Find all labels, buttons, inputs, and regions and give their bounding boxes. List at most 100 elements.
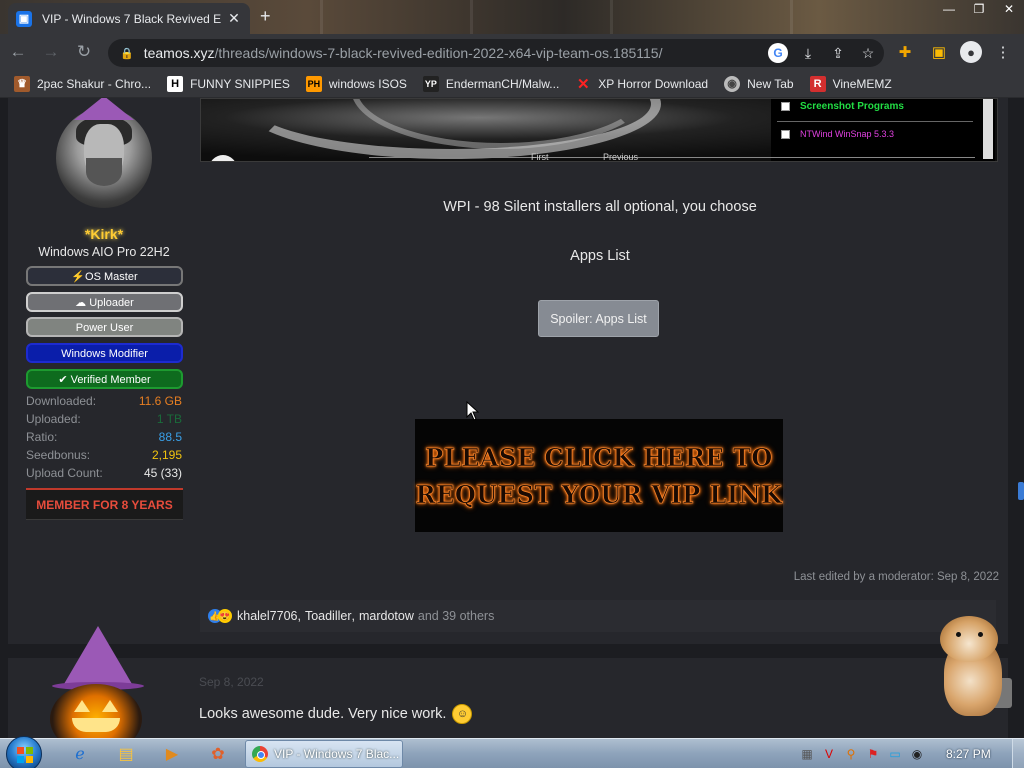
forum-post: *Kirk* Windows AIO Pro 22H2 ⚡OS Master ☁… [8,98,1008,644]
mouse-cursor-icon [466,401,480,421]
menu-kebab-icon[interactable]: ⋮ [990,37,1016,67]
witch-hat-icon [74,98,134,120]
browser-toolbar: ← → ↻ 🔒 teamos.xyz/threads/windows-7-bla… [0,34,1024,70]
edited-note: Last edited by a moderator: Sep 8, 2022 [793,571,999,583]
pumpkin-avatar[interactable] [50,678,142,738]
address-host: teamos.xyz [143,45,215,61]
file-explorer-icon[interactable]: ▤ [106,741,146,767]
spoiler-apps-list-button[interactable]: Spoiler: Apps List [538,300,659,337]
X-icon: ✕ [576,75,590,93]
reaction-user[interactable]: mardotow [359,609,414,623]
tab-title: VIP - Windows 7 Black Revived E [42,11,222,26]
bookmark-star-icon[interactable]: ☆ [858,43,878,63]
badge-uploader: ☁ Uploader [26,292,183,312]
installer-screenshot[interactable]: Screenshot Programs NTWind WinSnap 5.3.3… [200,98,998,162]
post-date[interactable]: Sep 8, 2022 [199,675,264,689]
reactions-bar[interactable]: 👍 😍 khalel7706, Toadiller, mardotow and … [200,600,996,632]
checkbox-icon [781,102,790,111]
new-tab-icon[interactable]: + [260,6,271,27]
avatar[interactable] [56,108,152,208]
checkbox-icon [781,129,790,139]
tab-close-icon[interactable]: ✕ [226,10,242,27]
browser-tab-active[interactable]: ▣ VIP - Windows 7 Black Revived E ✕ [8,3,250,34]
love-reaction-icon: 😍 [218,609,232,623]
media-player-icon[interactable]: ▶ [152,741,192,767]
tray-network-icon[interactable]: ▭ [888,747,902,761]
forward-icon[interactable]: → [36,37,66,67]
bookmark-item[interactable]: ♛ 2pac Shakur - Chro... [14,75,151,92]
username[interactable]: *Kirk* [26,226,182,242]
badge-os-master: ⚡OS Master [26,266,183,286]
taskbar-chrome-window[interactable]: VIP - Windows 7 Blac... [245,740,403,768]
maximize-icon[interactable]: ❐ [964,0,994,18]
extensions-puzzle-icon[interactable]: ✚ [892,37,918,67]
show-desktop-button[interactable] [1012,739,1024,768]
reload-icon[interactable]: ↻ [69,37,99,67]
internet-explorer-icon[interactable]: ℯ [60,741,100,767]
stat-ratio: Ratio: 88.5 [26,430,182,444]
page-content: *Kirk* Windows AIO Pro 22H2 ⚡OS Master ☁… [0,98,1024,738]
page-scrollbar[interactable] [1016,98,1024,738]
install-app-icon[interactable]: ⤓ [798,43,818,63]
smiley-emoji-icon: ☺ [452,704,473,724]
user-title: Windows AIO Pro 22H2 [38,245,170,259]
H-icon: H [167,75,184,92]
reaction-user[interactable]: khalel7706 [237,609,297,623]
tray-volume-icon[interactable]: ◉ [910,747,924,761]
vip-link-banner[interactable]: PLEASE CLICK HERE TO REQUEST YOUR VIP LI… [415,419,783,532]
browser-tab-strip: ▣ VIP - Windows 7 Black Revived E ✕ + — … [0,0,1024,34]
YP-icon: YP [422,75,439,92]
scrollbar-thumb[interactable] [1018,482,1024,500]
stat-downloaded: Downloaded: 11.6 GB [26,394,182,408]
R-icon: R [809,75,826,92]
bookmark-item[interactable]: ◉ New Tab [724,75,794,92]
bookmark-item[interactable]: PH windows ISOS [305,75,407,92]
forum-post [8,658,1008,738]
tray-v-icon[interactable]: V [822,747,836,761]
installer-options-panel: Screenshot Programs NTWind WinSnap 5.3.3 [771,99,995,161]
stat-seedbonus: Seedbonus: 2,195 [26,448,182,462]
start-button[interactable] [6,736,42,768]
paint-icon[interactable]: ✿ [198,741,238,767]
lock-icon[interactable]: 🔒 [120,47,134,60]
badge-windows-modifier: Windows Modifier [26,343,183,363]
side-panel-icon[interactable]: ▣ [926,37,952,67]
minimize-icon[interactable]: — [934,0,964,18]
badge-verified-member: ✔ Verified Member [26,369,183,389]
windows-logo-icon [17,747,33,763]
post-message: Looks awesome dude. Very nice work. ☺ [199,704,473,724]
bookmark-item[interactable]: YP EndermanCH/Malw... [422,75,559,92]
chrome-icon [252,746,268,762]
address-bar[interactable]: 🔒 teamos.xyz/threads/windows-7-black-rev… [108,39,884,67]
wpi-description: WPI - 98 Silent installers all optional,… [443,199,757,215]
address-path: /threads/windows-7-black-revived-edition… [214,45,663,61]
back-icon[interactable]: ← [3,37,33,67]
reaction-user[interactable]: Toadiller [305,609,352,623]
member-for-banner: MEMBER FOR 8 YEARS [26,488,183,520]
apps-list-heading: Apps List [570,248,630,264]
profile-avatar-icon[interactable]: ● [960,41,982,63]
site-favicon-icon: ▣ [16,10,32,27]
tray-search-icon[interactable]: ⚲ [844,747,858,761]
bookmark-item[interactable]: H FUNNY SNIPPIES [167,75,290,92]
taskbar: ℯ ▤ ▶ ✿ VIP - Windows 7 Blac... ▦ V ⚲ ⚑ … [0,736,1024,768]
window-close-icon[interactable]: ✕ [994,0,1024,18]
bookmarks-bar: ♛ 2pac Shakur - Chro... H FUNNY SNIPPIES P… [0,70,1024,98]
stat-upload-count: Upload Count: 45 (33) [26,466,182,480]
tray-app-icon[interactable]: ▦ [800,747,814,761]
tray-flag-icon[interactable]: ⚑ [866,747,880,761]
google-lens-icon[interactable]: G [768,43,788,63]
bookmark-item[interactable]: R VineMEMZ [809,75,892,92]
taskbar-clock[interactable]: 8:27 PM [946,747,991,761]
reaction-others-link[interactable]: and 39 others [418,609,494,623]
badge-power-user: Power User [26,317,183,337]
new-tab-icon: ◉ [724,75,741,92]
hamster-sticker-icon [936,616,1010,718]
system-tray: ▦ V ⚲ ⚑ ▭ ◉ 8:27 PM [792,739,1024,768]
share-icon[interactable]: ⇪ [828,43,848,63]
installer-scrollbar [983,99,993,159]
bookmark-item[interactable]: ✕ XP Horror Download [575,75,708,93]
tupac-icon: ♛ [14,75,30,92]
stat-uploaded: Uploaded: 1 TB [26,412,182,426]
witch-hat-icon [64,626,132,684]
